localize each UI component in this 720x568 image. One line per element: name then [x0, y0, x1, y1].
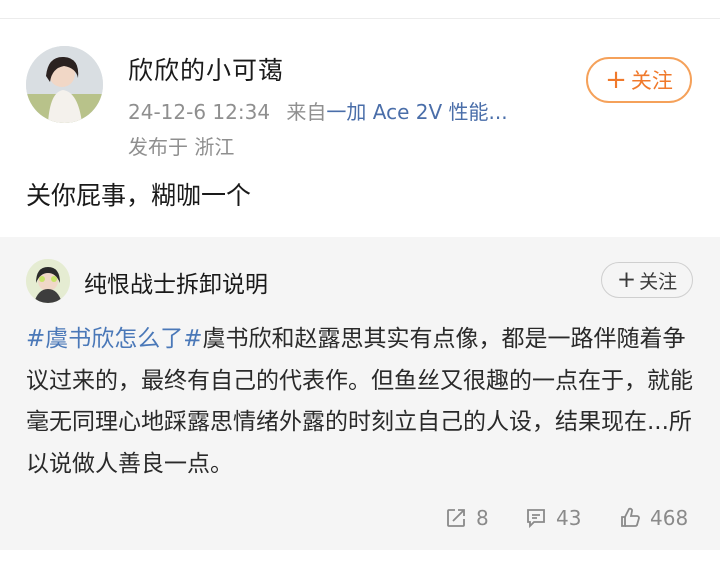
post-location: 发布于 浙江 — [128, 135, 235, 159]
repost-follow-button[interactable]: + 关注 — [601, 262, 693, 298]
post-meta: 24-12-6 12:34 来自一加 Ace 2V 性能... — [128, 96, 508, 125]
plus-icon: + — [605, 65, 627, 95]
author-avatar[interactable] — [26, 46, 103, 123]
repost-author-name[interactable]: 纯恨战士拆卸说明 — [84, 265, 268, 299]
share-count: 8 — [476, 506, 489, 530]
comment-count: 43 — [556, 506, 582, 530]
device-source-link[interactable]: 一加 Ace 2V 性能... — [326, 100, 507, 124]
thumbs-up-icon — [621, 507, 640, 527]
post-time: 24-12-6 12:34 — [128, 100, 271, 124]
share-count-button[interactable]: 8 — [444, 506, 489, 530]
comment-count-button[interactable]: 43 — [524, 506, 581, 530]
repost-author-avatar[interactable] — [26, 259, 70, 303]
author-name[interactable]: 欣欣的小可蔼 — [128, 51, 284, 87]
plus-icon: + — [616, 266, 637, 293]
post-text: 关你屁事，糊咖一个 — [26, 181, 252, 210]
bottom-spacer — [0, 550, 720, 568]
like-count: 468 — [650, 506, 689, 530]
hashtag-link[interactable]: #虞书欣怎么了# — [26, 326, 203, 352]
comment-icon — [527, 509, 545, 529]
follow-label: 关注 — [630, 69, 673, 93]
repost-follow-label: 关注 — [639, 270, 678, 293]
follow-button[interactable]: + 关注 — [586, 57, 692, 103]
from-prefix: 来自 — [286, 100, 327, 124]
like-count-button[interactable]: 468 — [618, 506, 688, 530]
share-icon — [447, 509, 465, 527]
repost-text: #虞书欣怎么了#虞书欣和赵露思其实有点像，都是一路伴随着争议过来的，最终有自己的… — [26, 319, 694, 485]
